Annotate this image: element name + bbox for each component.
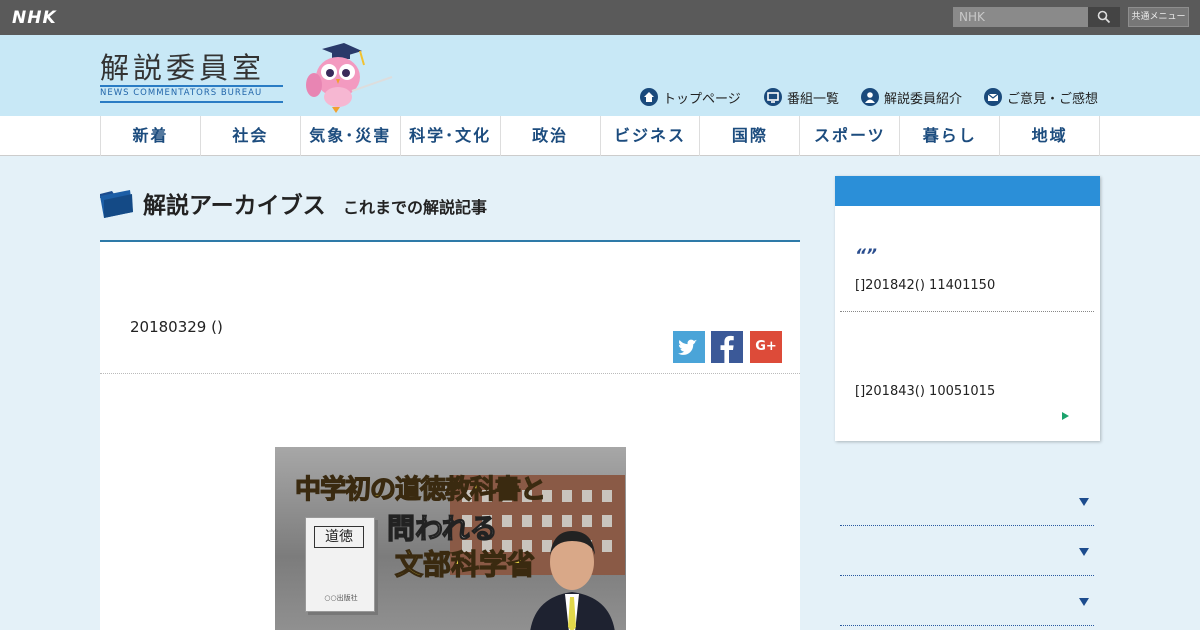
facebook-icon: [720, 335, 734, 363]
tv-icon: [764, 88, 782, 106]
sidebar-item[interactable]: []201842() 11401150: [855, 278, 995, 293]
accordion-divider: [840, 525, 1094, 526]
search-button[interactable]: [1088, 7, 1120, 27]
search-icon: [1097, 10, 1111, 24]
category-international[interactable]: 国際: [700, 116, 801, 156]
util-nav-programs[interactable]: 番組一覧: [764, 87, 839, 107]
sidebar-quote: “”: [855, 246, 877, 266]
nhk-top-bar: NHK 共通メニュー: [0, 0, 1200, 35]
site-subtitle: NEWS COMMENTATORS BUREAU: [100, 88, 263, 98]
person-icon: [861, 88, 879, 106]
accordion-divider: [840, 625, 1094, 626]
home-icon: [640, 88, 658, 106]
util-nav-feedback[interactable]: ご意見・ご感想: [984, 87, 1098, 107]
thumbnail-headline-2: 問われる: [386, 511, 498, 545]
accordion-divider: [840, 575, 1094, 576]
owl-mascot-icon: [306, 43, 393, 113]
accordion-toggle-icon[interactable]: [1079, 498, 1089, 506]
util-nav-label: トップページ: [663, 91, 741, 107]
category-weather-disaster[interactable]: 気象･災害: [301, 116, 401, 156]
util-nav-commentators[interactable]: 解説委員紹介: [861, 87, 962, 107]
util-nav-label: 番組一覧: [787, 91, 840, 107]
textbook-image: 道徳 ○○出版社: [305, 517, 375, 612]
article-date: 20180329 (): [130, 318, 223, 336]
folder-icon: [100, 190, 133, 218]
thumbnail-headline-1: 中学初の道徳教科書と: [294, 474, 546, 505]
category-business[interactable]: ビジネス: [601, 116, 701, 156]
common-menu-button[interactable]: 共通メニュー: [1128, 7, 1189, 27]
more-arrow-icon[interactable]: [1062, 412, 1069, 420]
sidebar-item[interactable]: []201843() 10051015: [855, 384, 995, 399]
thumbnail-headline-3: 文部科学省: [394, 547, 536, 581]
site-title[interactable]: 解説委員室: [100, 45, 265, 87]
share-twitter-button[interactable]: [673, 331, 705, 363]
article-card: 20180329 () G+ 道徳 ○○出版社 中学初の道徳教科書と 問われる …: [100, 242, 800, 630]
sidebar-schedule-box: “” []201842() 11401150 []201843() 100510…: [835, 176, 1100, 441]
sidebar-header: [835, 176, 1100, 206]
category-living[interactable]: 暮らし: [900, 116, 1001, 156]
category-society[interactable]: 社会: [201, 116, 301, 156]
google-plus-icon: G+: [755, 339, 777, 354]
textbook-label: 道徳: [314, 526, 364, 548]
person-photo: [530, 531, 615, 630]
util-nav-label: ご意見・ご感想: [1007, 91, 1099, 107]
article-thumbnail[interactable]: 道徳 ○○出版社 中学初の道徳教科書と 問われる 文部科学省: [275, 447, 626, 630]
twitter-icon: [678, 339, 698, 355]
archive-subtitle: これまでの解説記事: [343, 198, 488, 217]
sidebar-separator: [840, 311, 1094, 312]
category-science-culture[interactable]: 科学･文化: [401, 116, 501, 156]
title-rule: [100, 85, 283, 87]
category-nav: 新着 社会 気象･災害 科学･文化 政治 ビジネス 国際 スポーツ 暮らし 地域: [0, 116, 1200, 156]
title-rule: [100, 101, 283, 103]
nhk-logo[interactable]: NHK: [12, 8, 57, 28]
textbook-publisher: ○○出版社: [324, 594, 358, 602]
site-header: 解説委員室 NEWS COMMENTATORS BUREAU トップページ 番組…: [0, 35, 1200, 116]
accordion-toggle-icon[interactable]: [1079, 598, 1089, 606]
share-facebook-button[interactable]: [711, 331, 743, 363]
search-input[interactable]: [953, 7, 1088, 27]
util-nav-top[interactable]: トップページ: [640, 87, 741, 107]
mail-icon: [984, 88, 1002, 106]
util-nav-label: 解説委員紹介: [884, 91, 963, 107]
article-separator: [100, 373, 800, 374]
archive-title: 解説アーカイブス: [143, 193, 326, 219]
category-politics[interactable]: 政治: [501, 116, 601, 156]
category-sports[interactable]: スポーツ: [800, 116, 901, 156]
share-google-plus-button[interactable]: G+: [750, 331, 782, 363]
category-new[interactable]: 新着: [101, 116, 201, 156]
accordion-toggle-icon[interactable]: [1079, 548, 1089, 556]
category-region[interactable]: 地域: [1000, 116, 1101, 156]
